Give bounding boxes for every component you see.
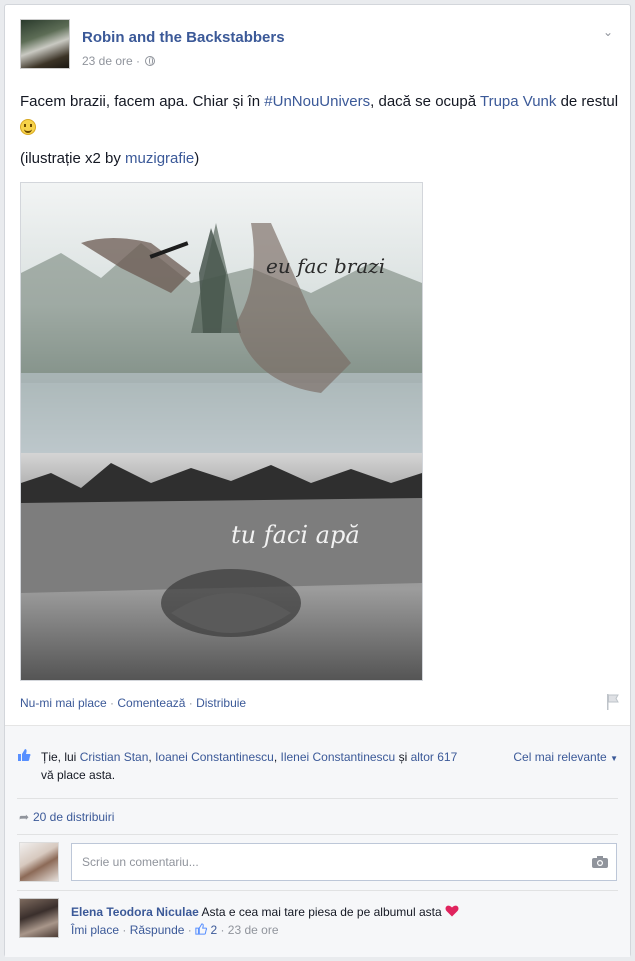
commenter-avatar[interactable] [19,898,59,938]
post-meta: 23 de ore · [82,54,156,68]
post-text: Facem brazii, facem apa. Chiar și în #Un… [20,89,620,141]
mention-link[interactable]: Trupa Vunk [480,93,556,110]
comment-separator: · [119,923,130,937]
comment-button[interactable]: Comentează [117,696,185,710]
divider [17,834,618,835]
comment-reply-button[interactable]: Răspunde [130,923,185,937]
flag-icon[interactable] [606,693,620,711]
thumbs-up-icon [195,923,208,935]
meta-separator: · [132,54,144,68]
post-text-part: , dacă se ocupă [370,93,480,110]
divider [17,890,618,891]
shares-link[interactable]: ➦ 20 de distribuiri [19,810,114,824]
smiley-icon [20,119,36,135]
current-user-avatar [19,842,59,882]
comment-likes-count[interactable]: 2 [195,923,217,937]
action-separator: · [185,696,197,710]
post-header: Robin and the Backstabbers 23 de ore · ⌄ [20,19,615,69]
post-photo[interactable]: eu fac brazi tu faci apă [20,182,423,681]
comment-item: Elena Teodora Niculae Asta e cea mai tar… [19,898,619,948]
globe-icon [145,56,156,66]
post-credit: (ilustrație x2 by muzigrafie) [20,150,199,167]
others-link[interactable]: altor 617 [411,750,458,764]
comment-body: Elena Teodora Niculae Asta e cea mai tar… [71,903,459,939]
comment-sort-dropdown[interactable]: Cel mai relevante ▼ [513,750,618,764]
credit-link[interactable]: muzigrafie [125,150,194,167]
page-name-link[interactable]: Robin and the Backstabbers [82,29,285,46]
comment-timestamp[interactable]: 23 de ore [228,923,279,937]
comment-separator: · [217,923,228,937]
post-text-part: Facem brazii, facem apa. Chiar și în [20,93,265,110]
thumbs-up-icon [18,749,31,761]
sort-label: Cel mai relevante [513,750,607,764]
credit-suffix: ) [194,150,200,167]
liker-link[interactable]: Ilenei Constantinescu [280,750,395,764]
comment-text: Asta e cea mai tare piesa de pe albumul … [201,905,442,919]
heart-icon [445,905,459,917]
credit-prefix: (ilustrație x2 by [20,150,126,167]
chevron-down-icon[interactable]: ⌄ [601,25,615,39]
action-separator: · [106,696,118,710]
likes-prefix: Ție, lui [41,750,80,764]
likes-suffix: vă place asta. [41,768,116,782]
likes-and: și [395,750,411,764]
comment-input[interactable] [71,843,617,881]
comment-like-button[interactable]: Îmi place [71,923,119,937]
liker-link[interactable]: Ioanei Constantinescu [155,750,274,764]
liker-link[interactable]: Cristian Stan [80,750,149,764]
share-arrow-icon: ➦ [19,810,30,824]
post-text-part: de restul [556,93,619,110]
divider [17,798,618,799]
camera-icon[interactable] [591,855,609,869]
photo-caption-top: eu fac brazi [266,254,385,278]
post-timestamp[interactable]: 23 de ore [82,54,133,68]
comment-actions: Îmi place · Răspunde · 2 · 23 de ore [71,923,279,937]
share-button[interactable]: Distribuie [196,696,246,710]
caret-down-icon: ▼ [610,754,618,763]
photo-caption-bottom: tu faci apă [231,521,360,549]
feedback-section: Ție, lui Cristian Stan, Ioanei Constanti… [5,725,630,957]
illustration-image: eu fac brazi tu faci apă [21,183,422,680]
comment-author-link[interactable]: Elena Teodora Niculae [71,905,199,919]
unlike-button[interactable]: Nu-mi mai place [20,696,107,710]
shares-label: 20 de distribuiri [33,810,115,824]
comment-separator: · [184,923,196,937]
page-avatar[interactable] [20,19,70,69]
post-card: Robin and the Backstabbers 23 de ore · ⌄… [4,4,631,957]
likes-summary: Ție, lui Cristian Stan, Ioanei Constanti… [41,748,461,784]
post-actions: Nu-mi mai place · Comentează · Distribui… [20,696,246,710]
comment-compose [19,842,619,884]
hashtag-link[interactable]: #UnNouUnivers [264,93,370,110]
